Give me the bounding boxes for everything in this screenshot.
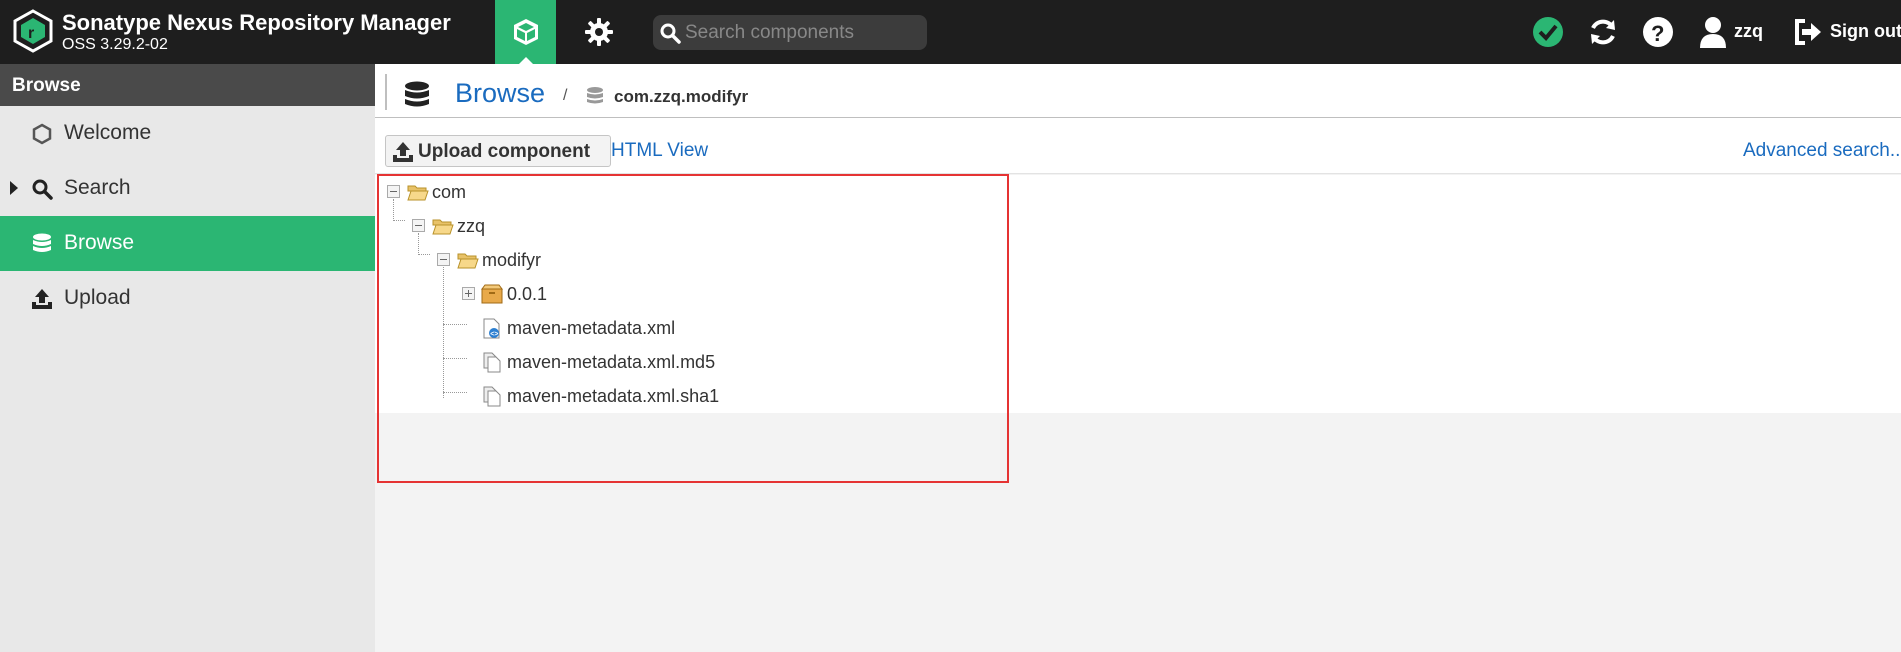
upload-icon [393,142,413,162]
search-icon [660,23,681,44]
hexagon-icon [30,122,54,146]
divider [385,74,387,110]
sidebar-item-welcome[interactable]: Welcome [0,106,375,161]
repository-name: com.zzq.modifyr [614,87,749,106]
user-icon[interactable] [1697,16,1729,48]
search-icon [30,177,54,201]
svg-text:r: r [28,25,34,42]
sidebar-title: Browse [0,64,375,106]
administration-mode-button[interactable] [568,0,629,64]
sidebar-item-browse[interactable]: Browse [0,216,375,271]
upload-component-button[interactable]: Upload component [385,135,611,167]
search-input[interactable] [685,19,919,46]
cube-icon [513,19,538,45]
toolbar: Upload component HTML View Advanced sear… [375,118,1901,174]
signout-icon[interactable] [1792,16,1824,48]
upload-icon [30,287,54,311]
app-title: Sonatype Nexus Repository Manager [62,10,451,35]
advanced-search-link[interactable]: Advanced search... [1743,140,1901,162]
help-icon[interactable]: ? [1642,16,1674,48]
expand-caret-icon[interactable] [10,181,18,195]
highlight-annotation-box [377,174,1009,483]
sidebar-item-label: Upload [64,286,131,309]
database-icon [30,232,54,256]
system-status-icon[interactable] [1532,16,1564,48]
gear-icon [584,18,613,46]
upload-component-label: Upload component [418,141,591,162]
app-version: OSS 3.29.2-02 [62,36,168,53]
refresh-icon[interactable] [1587,16,1619,48]
repository-icon [587,87,603,104]
database-icon [405,81,429,107]
page-title[interactable]: Browse [455,78,545,109]
sidebar-item-label: Welcome [64,121,152,144]
html-view-link[interactable]: HTML View [611,140,708,162]
svg-text:?: ? [1651,21,1664,46]
nexus-logo-icon: r [13,9,53,53]
sidebar-item-label: Search [64,176,131,199]
sidebar-item-upload[interactable]: Upload [0,271,375,326]
signout-label[interactable]: Sign out [1830,21,1901,42]
browse-mode-button[interactable] [495,0,556,64]
breadcrumb-separator: / [563,87,568,104]
sidebar-item-search[interactable]: Search [0,161,375,216]
breadcrumb: Browse / com.zzq.modifyr [375,64,1901,118]
sidebar-item-label: Browse [64,231,135,254]
sidebar: Browse Welcome Search Browse Upload [0,64,375,652]
top-header: r Sonatype Nexus Repository Manager OSS … [0,0,1901,64]
component-search[interactable] [653,15,927,50]
username-label[interactable]: zzq [1734,21,1763,42]
